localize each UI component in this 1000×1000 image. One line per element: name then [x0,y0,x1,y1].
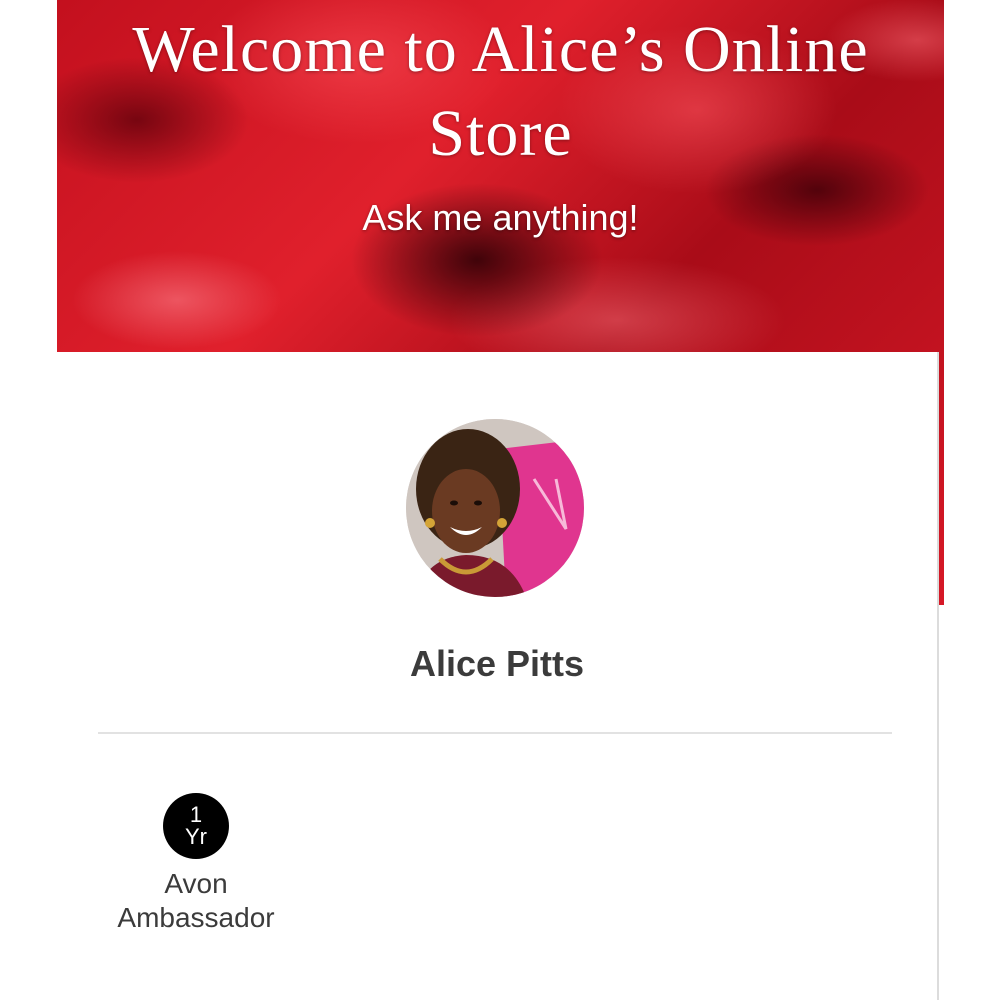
profile-name: Alice Pitts [409,643,585,684]
tenure-badge-caption: Avon Ambassador [101,867,291,935]
hero-subtitle: Ask me anything! [362,197,639,238]
tenure-badge-caption-line1: Avon [164,868,228,899]
avatar[interactable] [406,419,584,597]
tenure-badge-circle: 1 Yr [163,793,229,859]
tenure-badge-caption-line2: Ambassador [117,902,275,933]
hero-title: Welcome to Alice’s Online Store [132,13,869,170]
tenure-badge: 1 Yr Avon Ambassador [101,793,291,935]
profile-card: Alice Pitts 1 Yr Avon Ambassador [57,352,939,1000]
divider [98,732,892,734]
tenure-badge-number: 1 [189,802,203,827]
page: Welcome to Alice’s Online Store Ask me a… [0,0,1000,1000]
tenure-badge-unit: Yr [185,824,207,849]
profile-photo-icon [406,419,584,597]
